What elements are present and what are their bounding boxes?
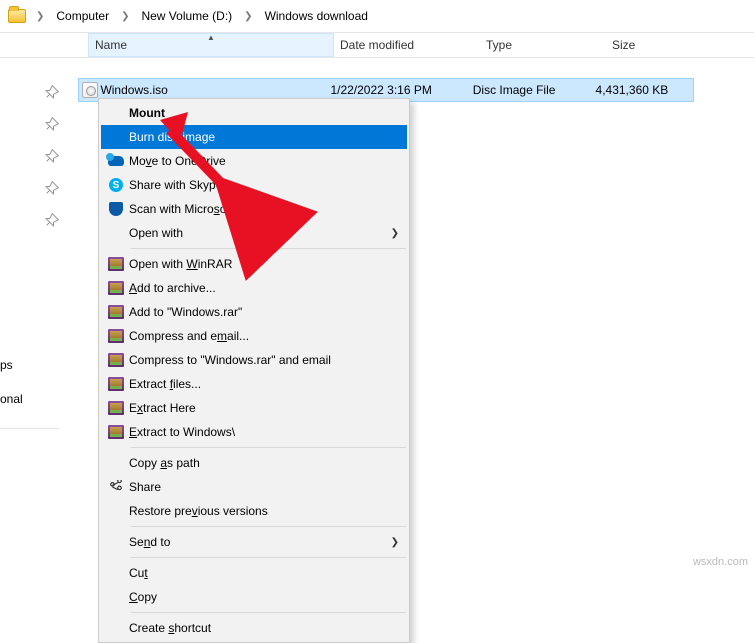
menu-extract-to[interactable]: Extract to Windows\ [101,420,407,444]
winrar-icon [103,329,129,343]
menu-extract-here[interactable]: Extract Here [101,396,407,420]
winrar-icon [103,257,129,271]
menu-separator [131,248,406,249]
onedrive-icon [103,156,129,166]
menu-share[interactable]: Share [101,475,407,499]
chevron-right-icon: ❯ [391,537,399,548]
menu-create-shortcut[interactable]: Create shortcut [101,616,407,640]
menu-compress-email[interactable]: Compress and email... [101,324,407,348]
file-size: 4,431,360 KB [596,83,693,97]
column-name-label: Name [95,38,127,52]
sidebar: ps onal [0,58,70,458]
sidebar-divider [0,428,60,429]
chevron-right-icon[interactable]: ❯ [240,11,256,22]
winrar-icon [103,425,129,439]
column-headers: ▲ Name Date modified Type Size [0,32,754,58]
breadcrumb-folder[interactable]: Windows download [263,6,370,26]
column-name[interactable]: ▲ Name [88,33,334,57]
winrar-icon [103,281,129,295]
address-bar[interactable]: ❯ Computer ❯ New Volume (D:) ❯ Windows d… [0,0,754,32]
menu-compress-to-email[interactable]: Compress to "Windows.rar" and email [101,348,407,372]
menu-extract-files[interactable]: Extract files... [101,372,407,396]
folder-icon [8,9,26,23]
disc-image-icon [79,82,100,98]
menu-add-to-archive[interactable]: Add to archive... [101,276,407,300]
context-menu: Mount Burn disc image Move to OneDrive S… [98,98,410,643]
sidebar-item-label[interactable]: ps [0,358,13,372]
pin-icon[interactable] [41,211,61,231]
address-bar-empty[interactable] [376,15,746,17]
sidebar-item-label[interactable]: onal [0,392,23,406]
menu-scan-defender[interactable]: Scan with Microsoft Defender... [101,197,407,221]
menu-restore-versions[interactable]: Restore previous versions [101,499,407,523]
breadcrumb-volume[interactable]: New Volume (D:) [139,6,234,26]
chevron-right-icon[interactable]: ❯ [32,11,48,22]
winrar-icon [103,377,129,391]
column-date[interactable]: Date modified [334,38,480,52]
menu-cut[interactable]: Cut [101,561,407,585]
menu-send-to[interactable]: Send to❯ [101,530,407,554]
menu-separator [131,526,406,527]
winrar-icon [103,305,129,319]
winrar-icon [103,401,129,415]
pin-icon[interactable] [41,179,61,199]
watermark: wsxdn.com [693,556,748,568]
shield-icon [103,202,129,216]
menu-separator [131,612,406,613]
chevron-right-icon[interactable]: ❯ [117,11,133,22]
skype-icon: S [103,178,129,192]
file-type: Disc Image File [473,83,596,97]
winrar-icon [103,353,129,367]
file-name: Windows.iso [100,83,330,97]
menu-add-to-windows-rar[interactable]: Add to "Windows.rar" [101,300,407,324]
column-size[interactable]: Size [606,38,706,52]
pin-icon[interactable] [41,83,61,103]
menu-separator [131,447,406,448]
menu-burn-disc-image[interactable]: Burn disc image [101,125,407,149]
share-icon [103,480,129,494]
menu-separator [131,557,406,558]
menu-share-skype[interactable]: SShare with Skype [101,173,407,197]
menu-move-to-onedrive[interactable]: Move to OneDrive [101,149,407,173]
menu-open-winrar[interactable]: Open with WinRAR [101,252,407,276]
column-type[interactable]: Type [480,38,606,52]
menu-copy-as-path[interactable]: Copy as path [101,451,407,475]
file-date: 1/22/2022 3:16 PM [330,83,472,97]
menu-open-with[interactable]: Open with❯ [101,221,407,245]
chevron-right-icon: ❯ [391,228,399,239]
menu-mount[interactable]: Mount [101,101,407,125]
menu-copy[interactable]: Copy [101,585,407,609]
breadcrumb-computer[interactable]: Computer [54,6,111,26]
pin-icon[interactable] [41,147,61,167]
sort-asc-icon: ▲ [207,33,215,42]
pin-icon[interactable] [41,115,61,135]
